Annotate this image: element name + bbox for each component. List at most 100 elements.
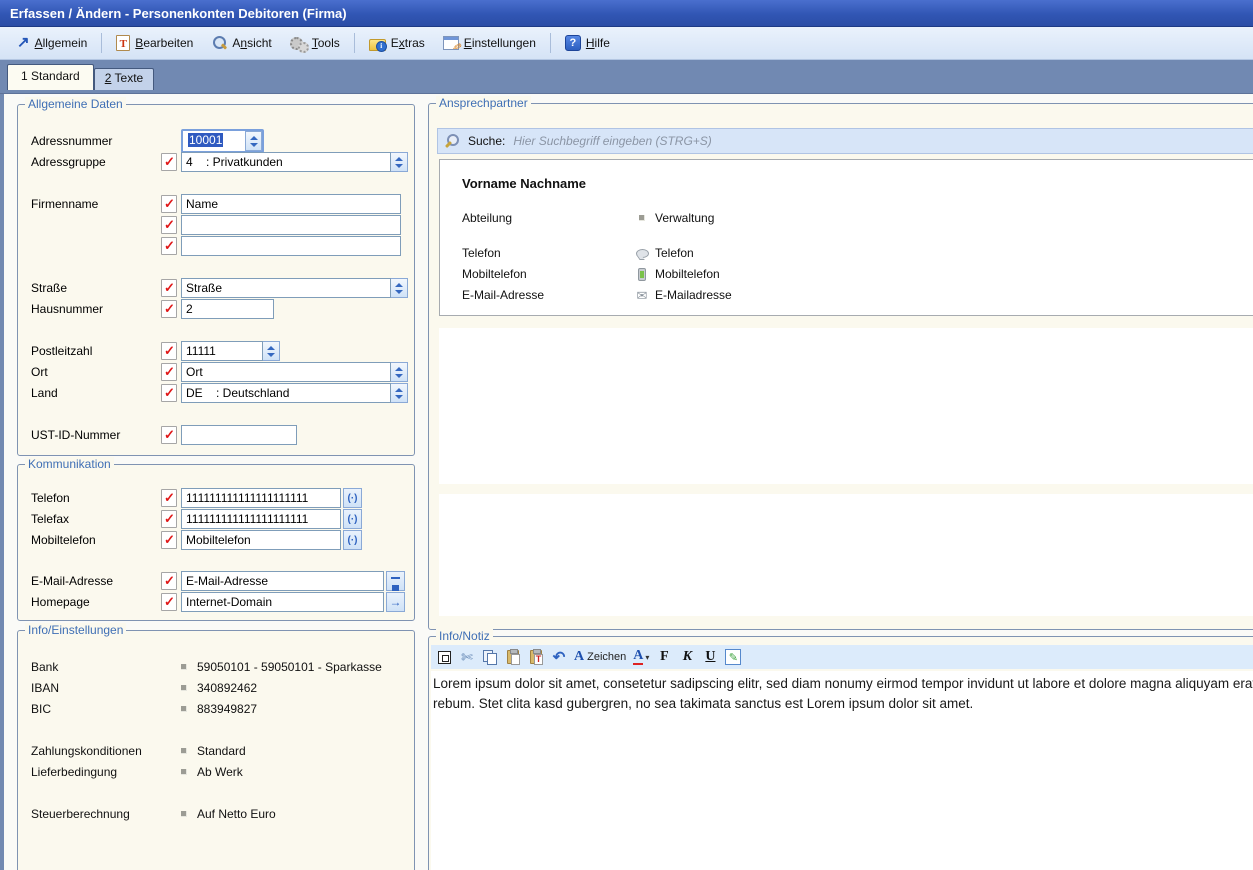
group-info-notiz: Info/Notiz ✄ ↶ A Zeichen A ▾ F K U ✎ Lor… <box>428 636 1253 870</box>
telefon-check-icon[interactable] <box>161 489 177 507</box>
mobiltelefon-check-icon[interactable] <box>161 531 177 549</box>
postleitzahl-check-icon[interactable] <box>161 342 177 360</box>
underline-button[interactable]: U <box>702 648 718 666</box>
info-row-zahlungskonditionen: Zahlungskonditionen Standard <box>18 743 414 759</box>
paste-icon <box>507 650 519 664</box>
steuerberechnung-label: Steuerberechnung <box>31 807 181 821</box>
email-label: E-Mail-Adresse <box>31 574 161 588</box>
adressgruppe-check-icon[interactable] <box>161 153 177 171</box>
tab-texte[interactable]: 2 Texte <box>94 68 155 90</box>
email-list-button[interactable] <box>386 571 405 591</box>
menu-bearbeiten[interactable]: T Bearbeiten <box>107 32 202 54</box>
contact-list-pane-upper[interactable] <box>439 328 1253 484</box>
bold-button[interactable]: F <box>656 648 672 666</box>
bullet-icon <box>181 769 187 775</box>
cut-button[interactable]: ✄ <box>459 648 475 666</box>
contact-card[interactable]: Vorname Nachname Abteilung Verwaltung Te… <box>439 159 1253 316</box>
strasse-spinner[interactable] <box>391 278 408 298</box>
strasse-input[interactable] <box>181 278 391 298</box>
mobiltelefon-label: Mobiltelefon <box>31 533 161 547</box>
contact-list-pane-lower[interactable] <box>439 494 1253 616</box>
ustid-input[interactable] <box>181 425 297 445</box>
adressnummer-field: 10001 <box>181 129 264 153</box>
window-title: Erfassen / Ändern - Personenkonten Debit… <box>10 6 347 21</box>
dial-mobile-button[interactable]: (·) <box>343 530 362 550</box>
ort-label: Ort <box>31 365 161 379</box>
zeichen-label: Zeichen <box>587 651 626 663</box>
firmenname2-input[interactable] <box>181 215 401 235</box>
adressgruppe-input[interactable] <box>181 152 391 172</box>
italic-button[interactable]: K <box>679 648 695 666</box>
undo-icon: ↶ <box>553 648 566 666</box>
contact-search-input[interactable] <box>513 134 1253 148</box>
chevron-down-icon: ▾ <box>645 653 649 662</box>
telefax-input[interactable] <box>181 509 341 529</box>
adressgruppe-spinner[interactable] <box>391 152 408 172</box>
firmenname1-input[interactable] <box>181 194 401 214</box>
paste-button[interactable] <box>505 648 521 666</box>
ustid-check-icon[interactable] <box>161 426 177 444</box>
telefon-input[interactable] <box>181 488 341 508</box>
menu-lines-icon <box>391 577 400 585</box>
menu-einstellungen[interactable]: Einstellungen <box>434 33 545 53</box>
tab-standard[interactable]: 1 Standard <box>7 64 94 90</box>
font-color-button[interactable]: A ▾ <box>633 648 649 666</box>
telefax-check-icon[interactable] <box>161 510 177 528</box>
steuerberechnung-value: Auf Netto Euro <box>197 807 276 821</box>
land-check-icon[interactable] <box>161 384 177 402</box>
edit-note-button[interactable]: ✎ <box>725 648 741 666</box>
tab-strip: 1 Standard 2 Texte <box>0 60 1253 94</box>
dial-fax-button[interactable]: (·) <box>343 509 362 529</box>
firmenname3-check-icon[interactable] <box>161 237 177 255</box>
menu-hilfe[interactable]: ? Hilfe <box>556 32 619 54</box>
gears-icon <box>290 36 307 51</box>
strasse-check-icon[interactable] <box>161 279 177 297</box>
zeichen-button[interactable]: A Zeichen <box>574 648 626 666</box>
postleitzahl-spinner[interactable] <box>263 341 280 361</box>
postleitzahl-input[interactable] <box>181 341 263 361</box>
contact-row-email: E-Mail-Adresse ✉ E-Mailadresse <box>440 287 1253 303</box>
land-input[interactable] <box>181 383 391 403</box>
notiz-text-area[interactable]: Lorem ipsum dolor sit amet, consetetur s… <box>431 671 1253 870</box>
email-input[interactable] <box>181 571 384 591</box>
ort-check-icon[interactable] <box>161 363 177 381</box>
search-icon <box>444 133 460 149</box>
dial-phone-button[interactable]: (·) <box>343 488 362 508</box>
firmenname3-input[interactable] <box>181 236 401 256</box>
homepage-input[interactable] <box>181 592 384 612</box>
hausnummer-input[interactable] <box>181 299 274 319</box>
copy-button[interactable] <box>482 648 498 666</box>
firmenname1-check-icon[interactable] <box>161 195 177 213</box>
ustid-label: UST-ID-Nummer <box>31 428 161 442</box>
open-homepage-button[interactable]: → <box>386 592 405 612</box>
menu-tools[interactable]: Tools <box>281 33 349 54</box>
ort-spinner[interactable] <box>391 362 408 382</box>
menu-allgemein[interactable]: ↗ Allgemein <box>8 33 96 53</box>
homepage-check-icon[interactable] <box>161 593 177 611</box>
ort-input[interactable] <box>181 362 391 382</box>
group-title: Info/Notiz <box>436 629 493 644</box>
menu-extras[interactable]: Extras <box>360 33 434 53</box>
contact-mobil-label: Mobiltelefon <box>462 267 633 281</box>
email-check-icon[interactable] <box>161 572 177 590</box>
field-row-email: E-Mail-Adresse <box>18 571 414 591</box>
hausnummer-check-icon[interactable] <box>161 300 177 318</box>
envelope-icon: ✉ <box>637 289 648 302</box>
bullet-icon <box>181 664 187 670</box>
field-row-telefax: Telefax (·) <box>18 509 414 529</box>
contact-email-value: E-Mailadresse <box>655 288 732 302</box>
adressnummer-spinner[interactable] <box>245 131 262 151</box>
mobiltelefon-input[interactable] <box>181 530 341 550</box>
group-kommunikation: Kommunikation Telefon (·) Telefax (·) Mo… <box>17 464 415 621</box>
undo-button[interactable]: ↶ <box>551 648 567 666</box>
land-spinner[interactable] <box>391 383 408 403</box>
group-title: Kommunikation <box>25 457 114 472</box>
bank-value: 59050101 - 59050101 - Sparkasse <box>197 660 382 674</box>
frame-button[interactable] <box>436 648 452 666</box>
adressnummer-input[interactable]: 10001 <box>183 131 245 151</box>
menu-ansicht[interactable]: Ansicht <box>202 32 280 54</box>
frame-icon <box>438 651 451 664</box>
paste-text-button[interactable] <box>528 648 544 666</box>
firmenname2-check-icon[interactable] <box>161 216 177 234</box>
contact-name: Vorname Nachname <box>462 176 586 191</box>
